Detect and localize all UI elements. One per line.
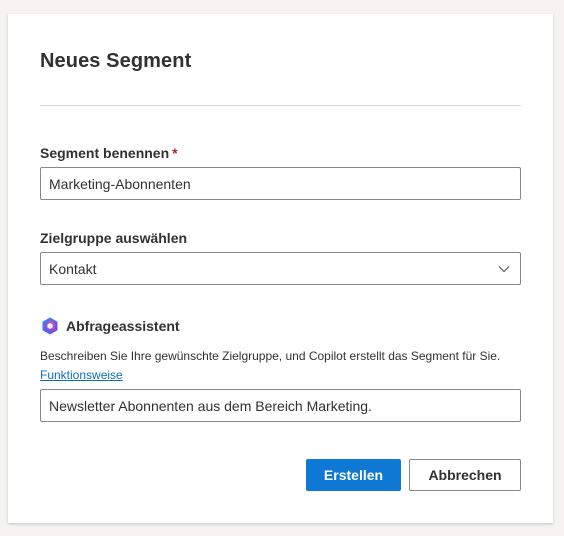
title-divider [40, 105, 521, 106]
segment-name-label-text: Segment benennen [40, 145, 170, 161]
audience-selected-value: Kontakt [49, 260, 97, 277]
segment-name-label: Segment benennen * [40, 145, 178, 161]
how-it-works-link[interactable]: Funktionsweise [40, 368, 123, 382]
audience-dropdown[interactable]: Kontakt [40, 252, 521, 285]
cancel-button[interactable]: Abbrechen [409, 459, 521, 491]
chevron-down-icon [498, 266, 510, 273]
dialog-title: Neues Segment [40, 50, 192, 72]
copilot-icon [42, 317, 58, 335]
new-segment-dialog: Neues Segment Segment benennen * Marketin… [8, 14, 553, 523]
required-indicator: * [172, 145, 178, 161]
segment-name-value: Marketing-Abonnenten [49, 175, 191, 192]
query-assistant-label: Abfrageassistent [66, 318, 180, 334]
create-button[interactable]: Erstellen [306, 459, 401, 491]
query-assistant-description-text: Beschreiben Sie Ihre gewünschte Zielgrup… [40, 349, 501, 363]
query-assistant-description: Beschreiben Sie Ihre gewünschte Zielgrup… [40, 347, 510, 385]
audience-label: Zielgruppe auswählen [40, 230, 188, 246]
segment-name-input[interactable]: Marketing-Abonnenten [40, 167, 521, 200]
query-assistant-header: Abfrageassistent [40, 316, 180, 336]
query-assistant-input[interactable]: Newsletter Abonnenten aus dem Bereich Ma… [40, 389, 521, 422]
query-assistant-value: Newsletter Abonnenten aus dem Bereich Ma… [49, 397, 372, 414]
